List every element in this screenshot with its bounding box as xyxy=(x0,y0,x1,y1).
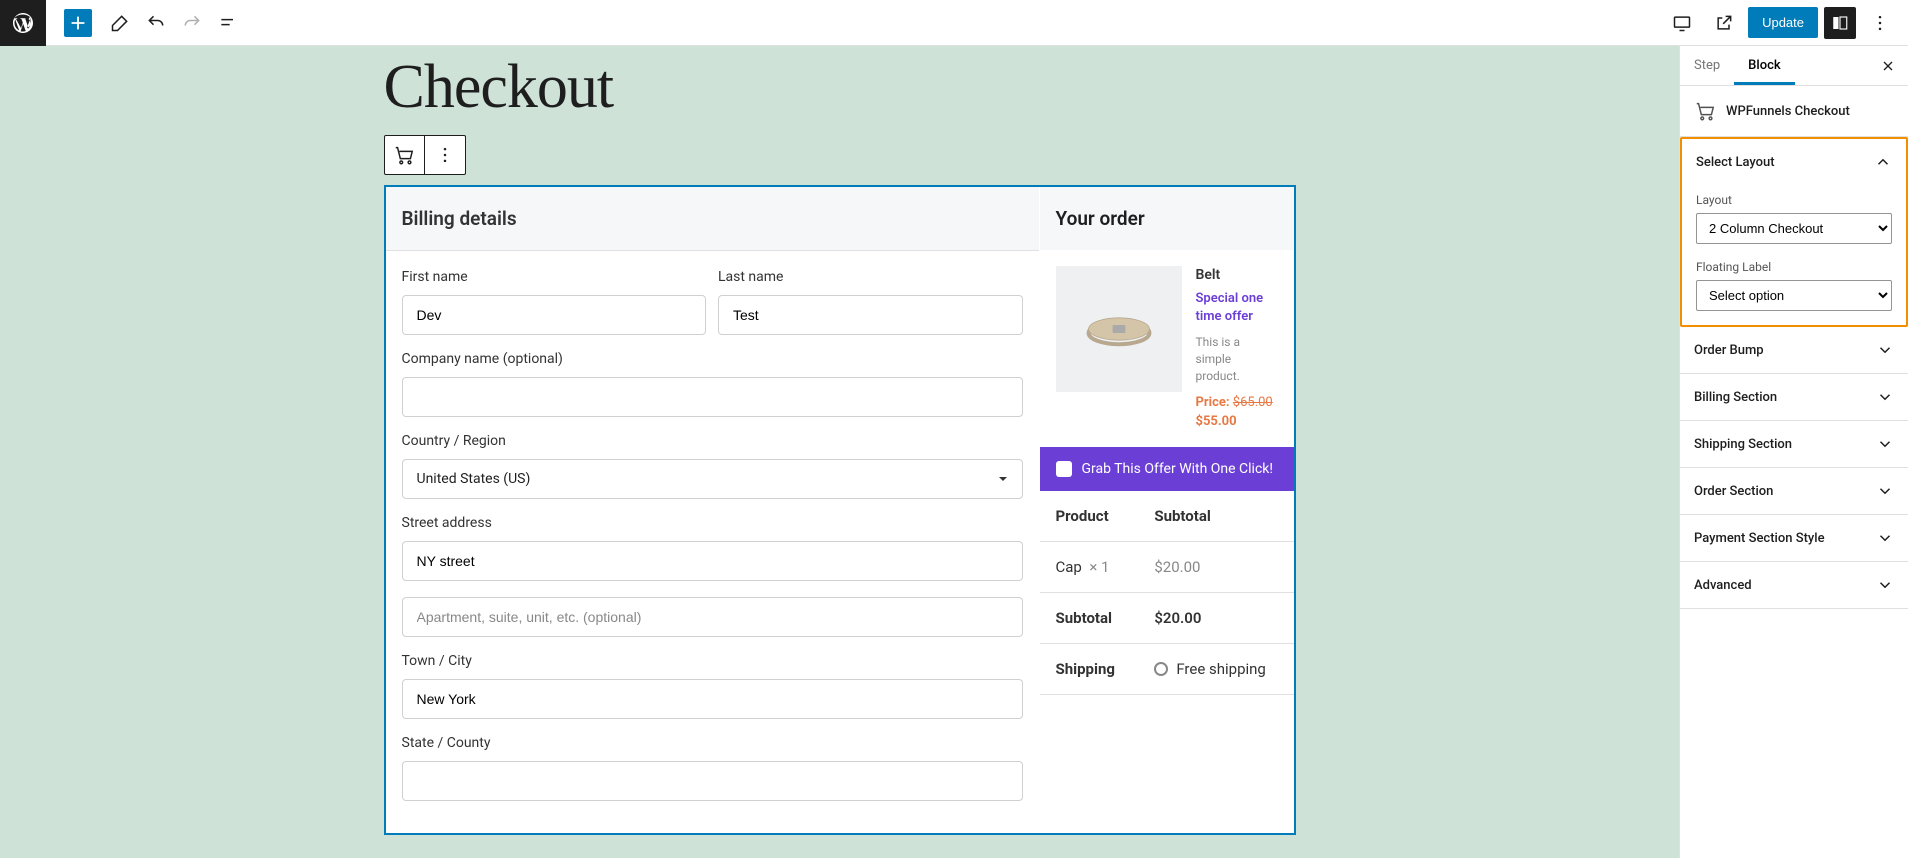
block-name: WPFunnels Checkout xyxy=(1726,104,1850,119)
cart-icon xyxy=(1694,100,1716,122)
add-block-button[interactable] xyxy=(64,9,92,37)
block-toolbar xyxy=(384,135,466,175)
floating-label-label: Floating Label xyxy=(1696,260,1892,274)
street-input[interactable] xyxy=(402,541,1023,581)
shipping-label: Shipping xyxy=(1040,643,1139,694)
layout-label: Layout xyxy=(1696,193,1892,207)
chevron-down-icon xyxy=(1876,576,1894,594)
checkout-block[interactable]: Billing details First name Last name xyxy=(384,185,1296,835)
order-bump-panel[interactable]: Order Bump xyxy=(1680,327,1908,373)
company-input[interactable] xyxy=(402,377,1023,417)
table-row: Cap × 1 xyxy=(1040,541,1139,592)
edit-icon[interactable] xyxy=(104,7,136,39)
shipping-radio[interactable] xyxy=(1154,662,1168,676)
product-description: This is a simple product. xyxy=(1196,334,1278,384)
product-image xyxy=(1056,266,1182,392)
block-header: WPFunnels Checkout xyxy=(1680,86,1908,137)
offer-checkbox[interactable] xyxy=(1056,461,1072,477)
settings-panel-toggle[interactable] xyxy=(1824,7,1856,39)
wordpress-logo[interactable] xyxy=(0,0,46,46)
layout-select[interactable]: 2 Column Checkout xyxy=(1696,213,1892,244)
street-label: Street address xyxy=(402,515,1023,531)
first-name-input[interactable] xyxy=(402,295,707,335)
chevron-down-icon xyxy=(1876,435,1894,453)
shipping-value: Free shipping xyxy=(1138,643,1293,694)
tab-step[interactable]: Step xyxy=(1680,46,1734,85)
first-name-label: First name xyxy=(402,269,707,285)
close-sidebar-button[interactable] xyxy=(1876,54,1900,78)
subtotal-header: Subtotal xyxy=(1138,491,1293,542)
grab-offer-bar[interactable]: Grab This Offer With One Click! xyxy=(1040,447,1294,491)
billing-section-panel[interactable]: Billing Section xyxy=(1680,374,1908,420)
chevron-down-icon xyxy=(1876,388,1894,406)
settings-sidebar: Step Block WPFunnels Checkout Select Lay… xyxy=(1679,46,1908,858)
shipping-section-panel[interactable]: Shipping Section xyxy=(1680,421,1908,467)
town-input[interactable] xyxy=(402,679,1023,719)
tab-block[interactable]: Block xyxy=(1734,46,1794,85)
floating-label-select[interactable]: Select option xyxy=(1696,280,1892,311)
page-title[interactable]: Checkout xyxy=(384,52,1296,123)
product-header: Product xyxy=(1040,491,1139,542)
external-preview-button[interactable] xyxy=(1708,7,1740,39)
product-name: Belt xyxy=(1196,266,1278,286)
advanced-panel[interactable]: Advanced xyxy=(1680,562,1908,608)
your-order-column: Your order Belt Special one time offer T… xyxy=(1040,187,1294,833)
price-label: Price: xyxy=(1196,395,1230,410)
list-view-button[interactable] xyxy=(212,7,244,39)
select-layout-panel: Select Layout Layout 2 Column Checkout F… xyxy=(1680,137,1908,327)
block-more-button[interactable] xyxy=(425,136,465,174)
toolbar-left xyxy=(0,0,246,45)
subtotal-label: Subtotal xyxy=(1040,592,1139,643)
subtotal-value: $20.00 xyxy=(1138,592,1293,643)
last-name-label: Last name xyxy=(718,269,1023,285)
editor-canvas[interactable]: Checkout Billing details First xyxy=(0,46,1679,858)
town-label: Town / City xyxy=(402,653,1023,669)
chevron-down-icon xyxy=(1876,529,1894,547)
order-table: Product Subtotal Cap × 1 $20.00 Subtotal… xyxy=(1040,491,1294,695)
chevron-down-icon xyxy=(1876,341,1894,359)
offer-text: Special one time offer xyxy=(1196,290,1278,326)
state-label: State / County xyxy=(402,735,1023,751)
more-options-button[interactable] xyxy=(1864,7,1896,39)
order-heading: Your order xyxy=(1056,207,1278,230)
country-select[interactable]: United States (US) xyxy=(402,459,1023,499)
state-input[interactable] xyxy=(402,761,1023,801)
last-name-input[interactable] xyxy=(718,295,1023,335)
payment-section-panel[interactable]: Payment Section Style xyxy=(1680,515,1908,561)
billing-heading: Billing details xyxy=(386,187,1039,251)
toolbar-right: Update xyxy=(1664,7,1908,39)
select-layout-header[interactable]: Select Layout xyxy=(1682,139,1906,185)
block-type-icon[interactable] xyxy=(385,136,425,174)
company-label: Company name (optional) xyxy=(402,351,1023,367)
country-value: United States (US) xyxy=(417,471,531,487)
undo-button[interactable] xyxy=(140,7,172,39)
order-section-panel[interactable]: Order Section xyxy=(1680,468,1908,514)
chevron-down-icon xyxy=(1876,482,1894,500)
price-new: $55.00 xyxy=(1196,414,1237,429)
price-old: $65.00 xyxy=(1233,395,1273,410)
billing-details-column: Billing details First name Last name xyxy=(386,187,1040,833)
grab-offer-text: Grab This Offer With One Click! xyxy=(1082,461,1274,477)
country-label: Country / Region xyxy=(402,433,1023,449)
redo-button[interactable] xyxy=(176,7,208,39)
update-button[interactable]: Update xyxy=(1748,7,1818,38)
item-price: $20.00 xyxy=(1138,541,1293,592)
device-preview-button[interactable] xyxy=(1666,7,1698,39)
chevron-down-icon xyxy=(998,474,1008,484)
top-toolbar: Update xyxy=(0,0,1908,46)
apartment-input[interactable] xyxy=(402,597,1023,637)
chevron-up-icon xyxy=(1874,153,1892,171)
